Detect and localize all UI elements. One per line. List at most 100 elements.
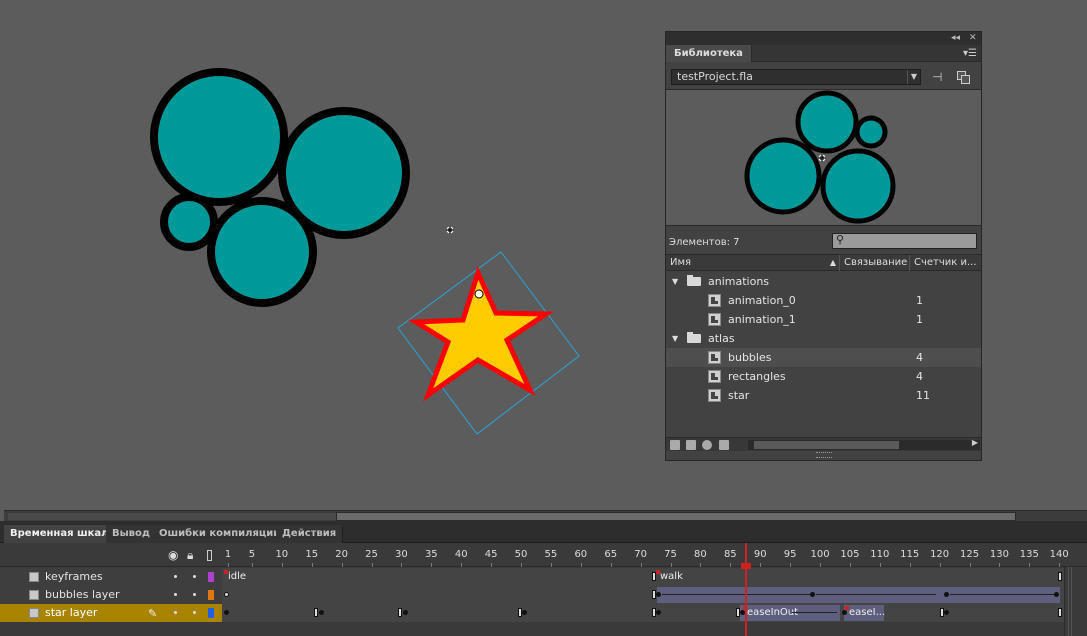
library-folder-animations[interactable]: ▼ animations: [666, 272, 981, 291]
stage-horizontal-scrollbar[interactable]: [4, 510, 1087, 521]
column-name-label: Имя: [670, 257, 692, 268]
item-use-count: 1: [916, 313, 923, 326]
keyframe[interactable]: [319, 610, 324, 615]
scroll-right-icon[interactable]: ▶: [972, 438, 978, 447]
tab-actions[interactable]: Действия: [276, 525, 344, 543]
ruler-tick: [1029, 563, 1031, 567]
layer-keyframes[interactable]: keyframes idle walk: [0, 568, 1087, 586]
panel-menu-icon[interactable]: ▾☰: [963, 48, 977, 59]
timeline-vertical-scrollbar[interactable]: [1064, 567, 1087, 636]
panel-title-strip: ◂◂ ✕: [666, 32, 981, 45]
ruler-frame-number: 5: [248, 549, 256, 560]
layer-header[interactable]: keyframes: [0, 568, 222, 586]
layer-frames[interactable]: easeInOut easeI...: [222, 604, 1064, 622]
ruler-tick: [790, 563, 792, 567]
ruler-frame-number: 30: [395, 549, 408, 560]
item-name: animation_1: [728, 313, 796, 326]
close-panel-icon[interactable]: ✕: [969, 33, 977, 43]
ruler-tick: [730, 563, 732, 567]
library-item-rectangles[interactable]: rectangles 4: [666, 367, 981, 386]
library-item-animation-0[interactable]: animation_0 1: [666, 291, 981, 310]
keyframe[interactable]: [944, 610, 949, 615]
library-folder-atlas[interactable]: ▼ atlas: [666, 329, 981, 348]
column-name[interactable]: Имя ▲: [666, 255, 839, 271]
keyframe[interactable]: [656, 610, 661, 615]
keyframe[interactable]: [810, 592, 815, 597]
pin-library-icon[interactable]: ⊣: [932, 70, 948, 84]
resize-grip-icon[interactable]: [816, 452, 832, 458]
layer-star[interactable]: star layer ✎ easeInOut easeI...: [0, 604, 1087, 622]
scrollbar-thumb[interactable]: [336, 512, 1016, 521]
trash-icon[interactable]: [719, 440, 729, 450]
visibility-dot[interactable]: [174, 593, 177, 596]
playhead[interactable]: [745, 543, 747, 636]
layer-frames[interactable]: [222, 586, 1064, 604]
lock-dot[interactable]: [193, 575, 196, 578]
library-item-bubbles[interactable]: bubbles 4: [666, 348, 981, 367]
layer-color-swatch[interactable]: [208, 608, 214, 618]
new-library-panel-icon[interactable]: [956, 70, 972, 86]
library-item-star[interactable]: star 11: [666, 386, 981, 405]
frame-label-walk: walk: [660, 571, 683, 582]
tab-library[interactable]: Библиотека: [666, 45, 752, 62]
tween-arrow: [662, 594, 812, 595]
keyframe[interactable]: [403, 610, 408, 615]
star-symbol[interactable]: [397, 251, 580, 435]
eye-icon[interactable]: ◉: [168, 548, 178, 562]
keyframe[interactable]: [944, 592, 949, 597]
collapse-icon[interactable]: ◂◂: [951, 33, 960, 43]
ruler-frame-number: 25: [365, 549, 378, 560]
bubbles-symbol[interactable]: [150, 68, 410, 307]
expand-arrow-icon[interactable]: ▼: [672, 329, 678, 348]
outline-icon[interactable]: [207, 550, 212, 561]
motion-tween-span[interactable]: [657, 587, 1060, 603]
ruler-tick: [670, 563, 672, 567]
playhead-handle[interactable]: [741, 563, 751, 569]
ruler-tick: [461, 563, 463, 567]
layer-bubbles[interactable]: bubbles layer: [0, 586, 1087, 604]
keyframe[interactable]: [656, 592, 661, 597]
pencil-icon: ✎: [148, 607, 158, 620]
empty-keyframe[interactable]: [224, 592, 229, 597]
item-name: animation_0: [728, 294, 796, 307]
ruler-tick: [311, 563, 313, 567]
layer-frames[interactable]: idle walk: [222, 568, 1064, 586]
ruler-tick: [431, 563, 433, 567]
scrollbar-thumb[interactable]: [754, 441, 899, 449]
visibility-dot[interactable]: [174, 611, 177, 614]
new-symbol-icon[interactable]: [670, 440, 680, 450]
column-use-count[interactable]: Счетчик и...: [909, 255, 981, 271]
item-name: bubbles: [728, 351, 772, 364]
search-icon: ⚲: [836, 233, 845, 246]
frame-ruler[interactable]: 1 5 10 15 20 25 30 35 40 45 50 55 60 65 70 75 80 85 90 95 10…: [222, 543, 1087, 567]
folder-icon: [687, 275, 701, 286]
tab-timeline[interactable]: Временная шкала: [4, 525, 123, 543]
layer-color-swatch[interactable]: [208, 590, 214, 600]
lock-dot[interactable]: [193, 611, 196, 614]
library-file-select[interactable]: testProject.fla ▼: [671, 69, 921, 85]
keyframe[interactable]: [1054, 592, 1059, 597]
layer-header[interactable]: bubbles layer: [0, 586, 222, 604]
tab-output[interactable]: Вывод: [106, 525, 157, 543]
lock-icon[interactable]: 🔒︎: [187, 548, 193, 563]
ruler-tick: [251, 563, 253, 567]
item-name: star: [728, 389, 750, 402]
tween-arrow: [816, 594, 936, 595]
ruler-frame-number: 115: [900, 549, 920, 560]
library-horizontal-scrollbar[interactable]: ▶: [748, 438, 980, 450]
library-item-animation-1[interactable]: animation_1 1: [666, 310, 981, 329]
new-folder-icon[interactable]: [686, 440, 696, 450]
keyframe[interactable]: [522, 610, 527, 615]
library-search-input[interactable]: ⚲: [832, 233, 977, 249]
visibility-dot[interactable]: [174, 575, 177, 578]
keyframe[interactable]: [224, 610, 229, 615]
properties-icon[interactable]: [702, 440, 712, 450]
layer-color-swatch[interactable]: [208, 572, 214, 582]
lock-dot[interactable]: [193, 593, 196, 596]
expand-arrow-icon[interactable]: ▼: [672, 272, 678, 291]
keyframe[interactable]: [842, 610, 847, 615]
tab-compiler-errors[interactable]: Ошибки компиляции: [153, 525, 288, 543]
frame-label-idle: idle: [228, 571, 247, 582]
column-linkage[interactable]: Связывание: [839, 255, 909, 271]
layer-header[interactable]: star layer ✎: [0, 604, 222, 622]
